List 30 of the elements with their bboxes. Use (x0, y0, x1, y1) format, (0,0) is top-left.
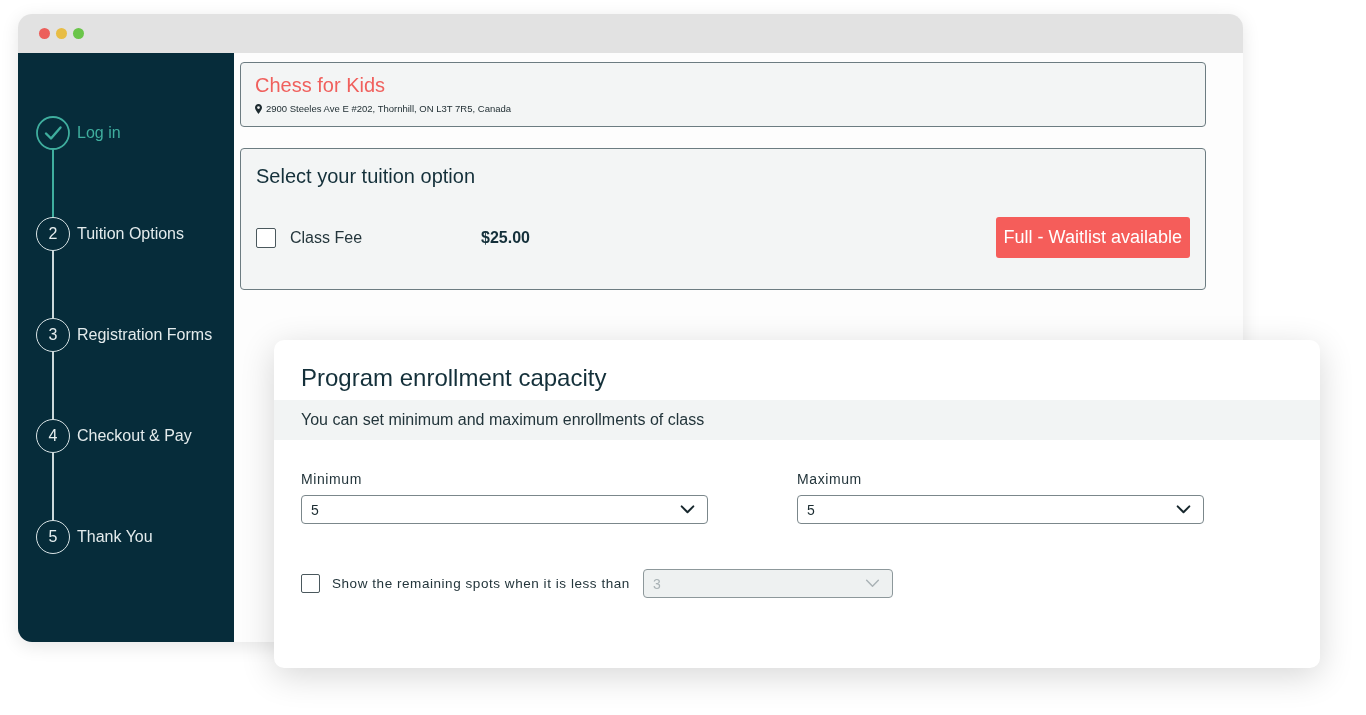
step-connector (52, 251, 54, 318)
chevron-down-icon (680, 505, 695, 514)
select-field[interactable]: 5 (797, 495, 1204, 524)
minimize-dot-icon[interactable] (56, 28, 67, 39)
chevron-down-icon (864, 579, 880, 588)
option-price: $25.00 (481, 228, 530, 247)
tuition-heading: Select your tuition option (256, 164, 476, 189)
step-label: Thank You (77, 528, 153, 546)
step-connector (52, 453, 54, 520)
program-title: Chess for Kids (255, 73, 386, 97)
step-label: Tuition Options (77, 225, 184, 243)
select-field[interactable]: 5 (301, 495, 708, 524)
close-dot-icon[interactable] (39, 28, 50, 39)
field-label: Maximum (797, 471, 862, 487)
remaining-spots-label: Show the remaining spots when it is less than (332, 576, 630, 591)
maximize-dot-icon[interactable] (73, 28, 84, 39)
option-label: Class Fee (290, 228, 363, 247)
step-label: Checkout & Pay (77, 427, 192, 445)
step-label: Registration Forms (77, 326, 213, 344)
step-number: 4 (36, 419, 70, 453)
step-connector (52, 150, 54, 217)
step-label: Log in (77, 124, 121, 142)
checkbox[interactable] (256, 227, 276, 248)
panel-title: Program enrollment capacity (301, 364, 607, 392)
panel-subtitle: You can set minimum and maximum enrollments of class (274, 400, 1320, 440)
field-label: Minimum (301, 471, 362, 487)
map-pin-icon (255, 103, 262, 114)
chevron-down-icon (1176, 505, 1191, 514)
program-address: 2900 Steeles Ave E #202, Thornhill, ON L3T 7R5, Canada (266, 103, 512, 114)
step-connector (52, 352, 54, 419)
